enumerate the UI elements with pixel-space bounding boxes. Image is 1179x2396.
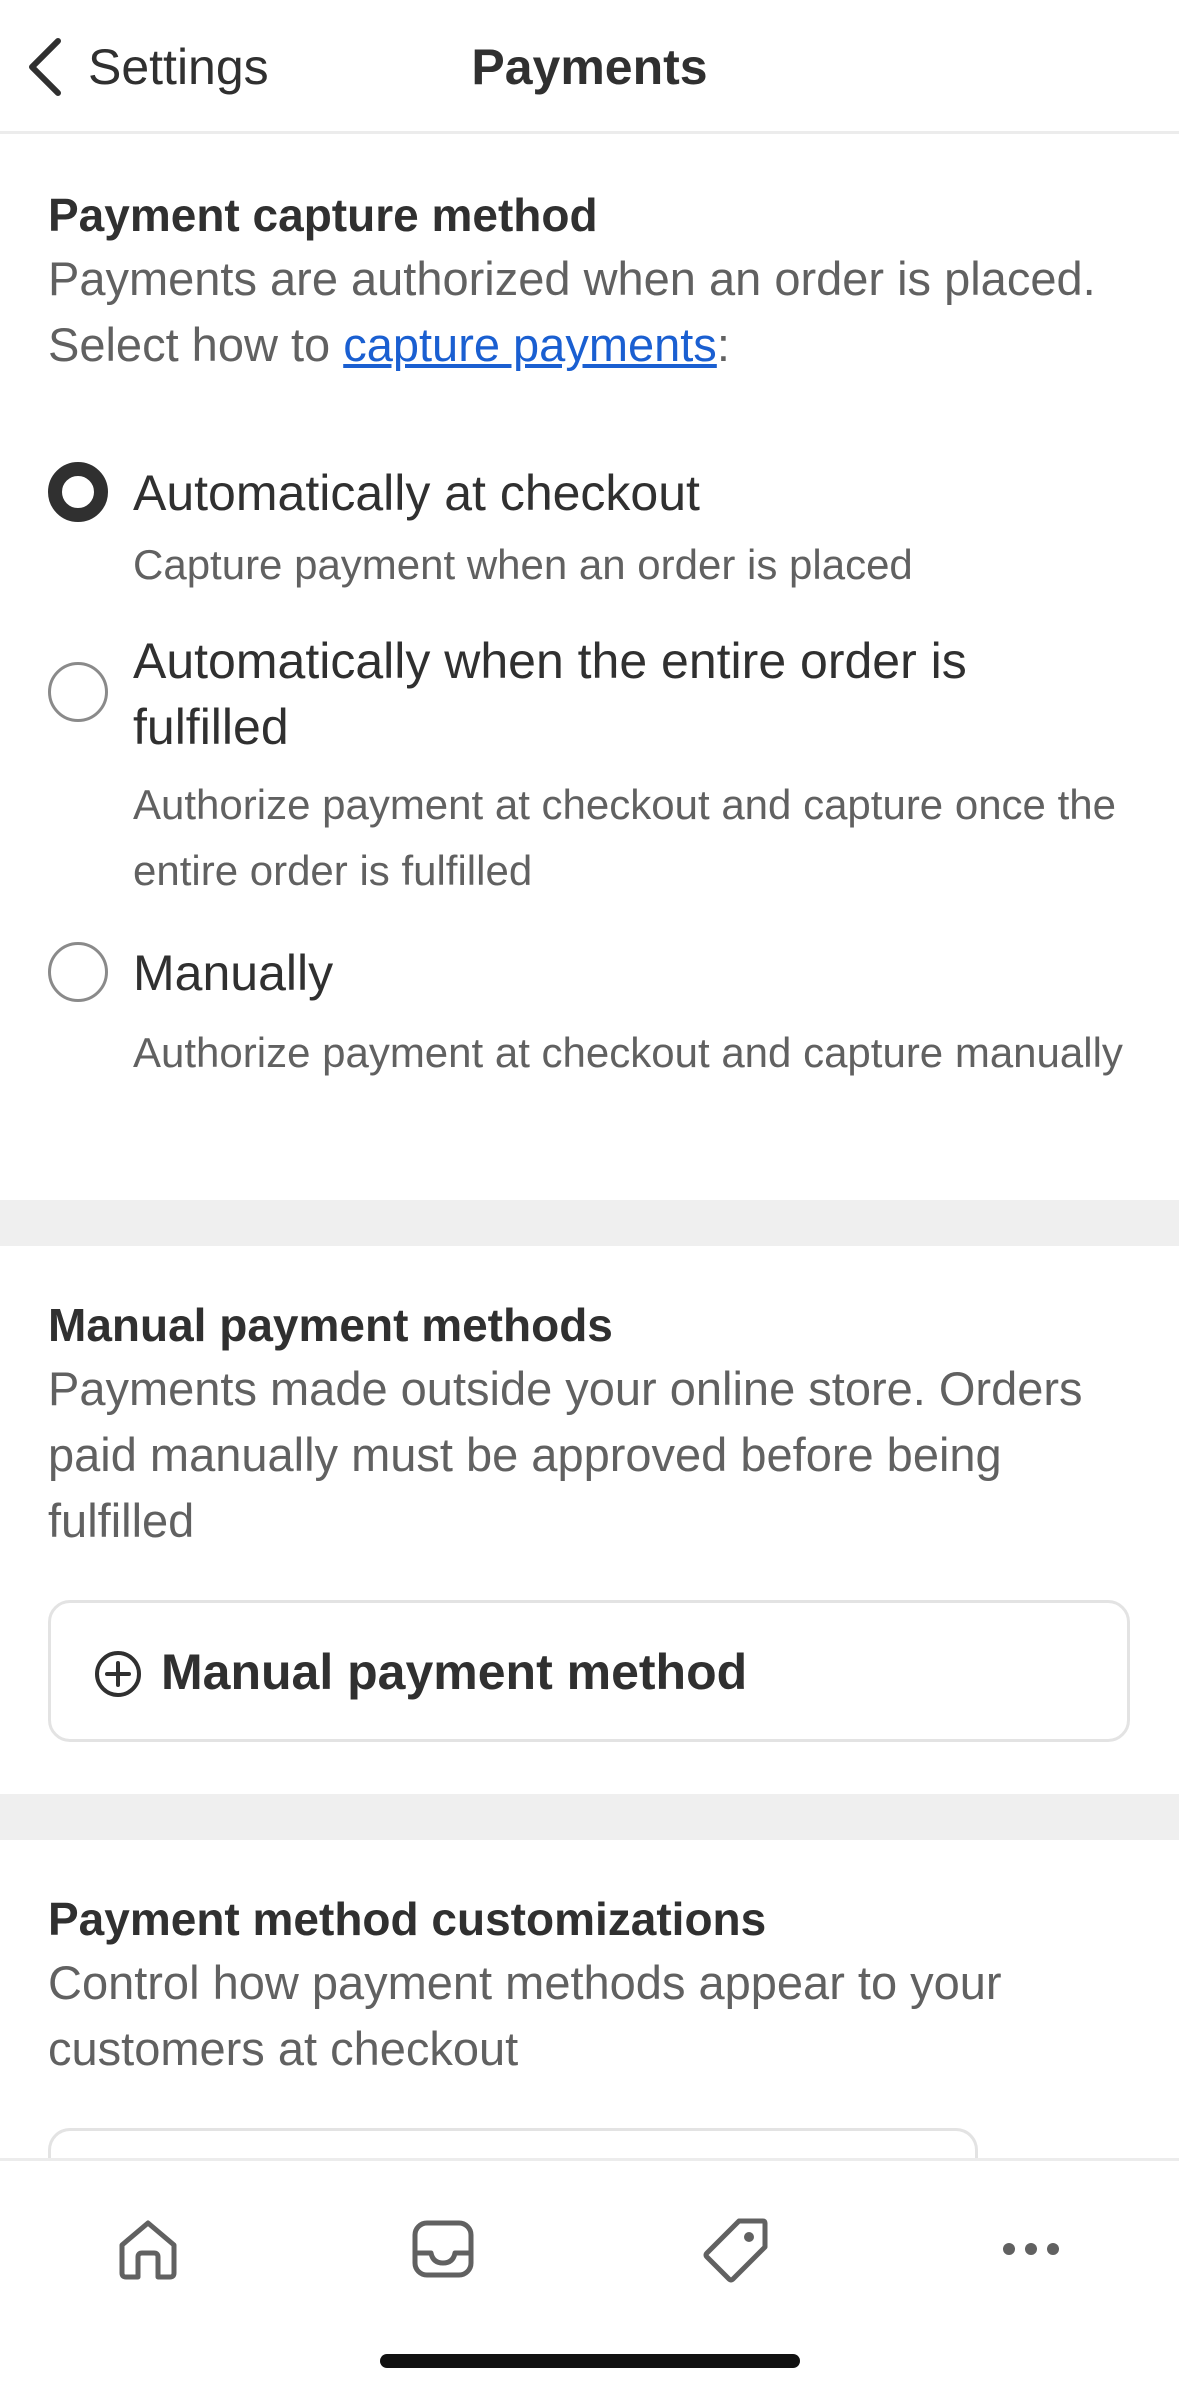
top-bar: Settings Payments <box>0 0 1179 134</box>
nav-products[interactable] <box>682 2201 792 2297</box>
manual-payment-section: Manual payment methods Payments made out… <box>0 1246 1179 1794</box>
nav-home[interactable] <box>93 2201 203 2297</box>
radio-label: Automatically at checkout <box>133 465 700 521</box>
capture-method-description: Payments are authorized when an order is… <box>48 246 1138 378</box>
customizations-description: Control how payment methods appear to yo… <box>48 1956 1002 2075</box>
radio-button-checked[interactable] <box>48 462 108 522</box>
capture-method-section: Payment capture method Payments are auth… <box>0 134 1179 1200</box>
radio-option-automatic-checkout[interactable]: Automatically at checkout Capture paymen… <box>48 460 1148 600</box>
capture-desc-suffix: : <box>716 318 730 371</box>
tag-icon <box>703 2218 768 2283</box>
radio-option-automatic-fulfilled[interactable]: Automatically when the entire order is f… <box>48 628 1148 894</box>
capture-method-title: Payment capture method <box>48 189 598 241</box>
manual-payment-title: Manual payment methods <box>48 1299 613 1351</box>
radio-button[interactable] <box>48 662 108 722</box>
nav-orders[interactable] <box>388 2201 498 2297</box>
add-manual-payment-button[interactable]: Manual payment method <box>48 1600 1130 1742</box>
home-indicator[interactable] <box>380 2354 800 2368</box>
home-icon <box>119 2220 177 2280</box>
radio-label: Automatically when the entire order is f… <box>133 633 967 755</box>
section-divider <box>0 1200 1179 1246</box>
radio-help-text: Authorize payment at checkout and captur… <box>133 781 1116 894</box>
more-icon <box>1003 2243 1059 2255</box>
radio-help-text: Capture payment when an order is placed <box>133 541 913 588</box>
section-divider <box>0 1794 1179 1840</box>
capture-payments-link[interactable]: capture payments <box>343 318 717 371</box>
radio-help-text: Authorize payment at checkout and captur… <box>133 1029 1123 1076</box>
nav-more[interactable] <box>976 2201 1086 2297</box>
manual-payment-description: Payments made outside your online store.… <box>48 1362 1083 1547</box>
radio-option-manually[interactable]: Manually Authorize payment at checkout a… <box>48 940 1148 1140</box>
plus-circle-icon <box>95 1651 141 1697</box>
customizations-section: Payment method customizations Control ho… <box>0 1840 1179 2160</box>
page-title: Payments <box>471 39 708 95</box>
inbox-icon <box>412 2220 474 2278</box>
customizations-title: Payment method customizations <box>48 1893 767 1945</box>
add-manual-payment-label: Manual payment method <box>161 1644 748 1700</box>
radio-button[interactable] <box>48 942 108 1002</box>
radio-label: Manually <box>133 945 334 1001</box>
